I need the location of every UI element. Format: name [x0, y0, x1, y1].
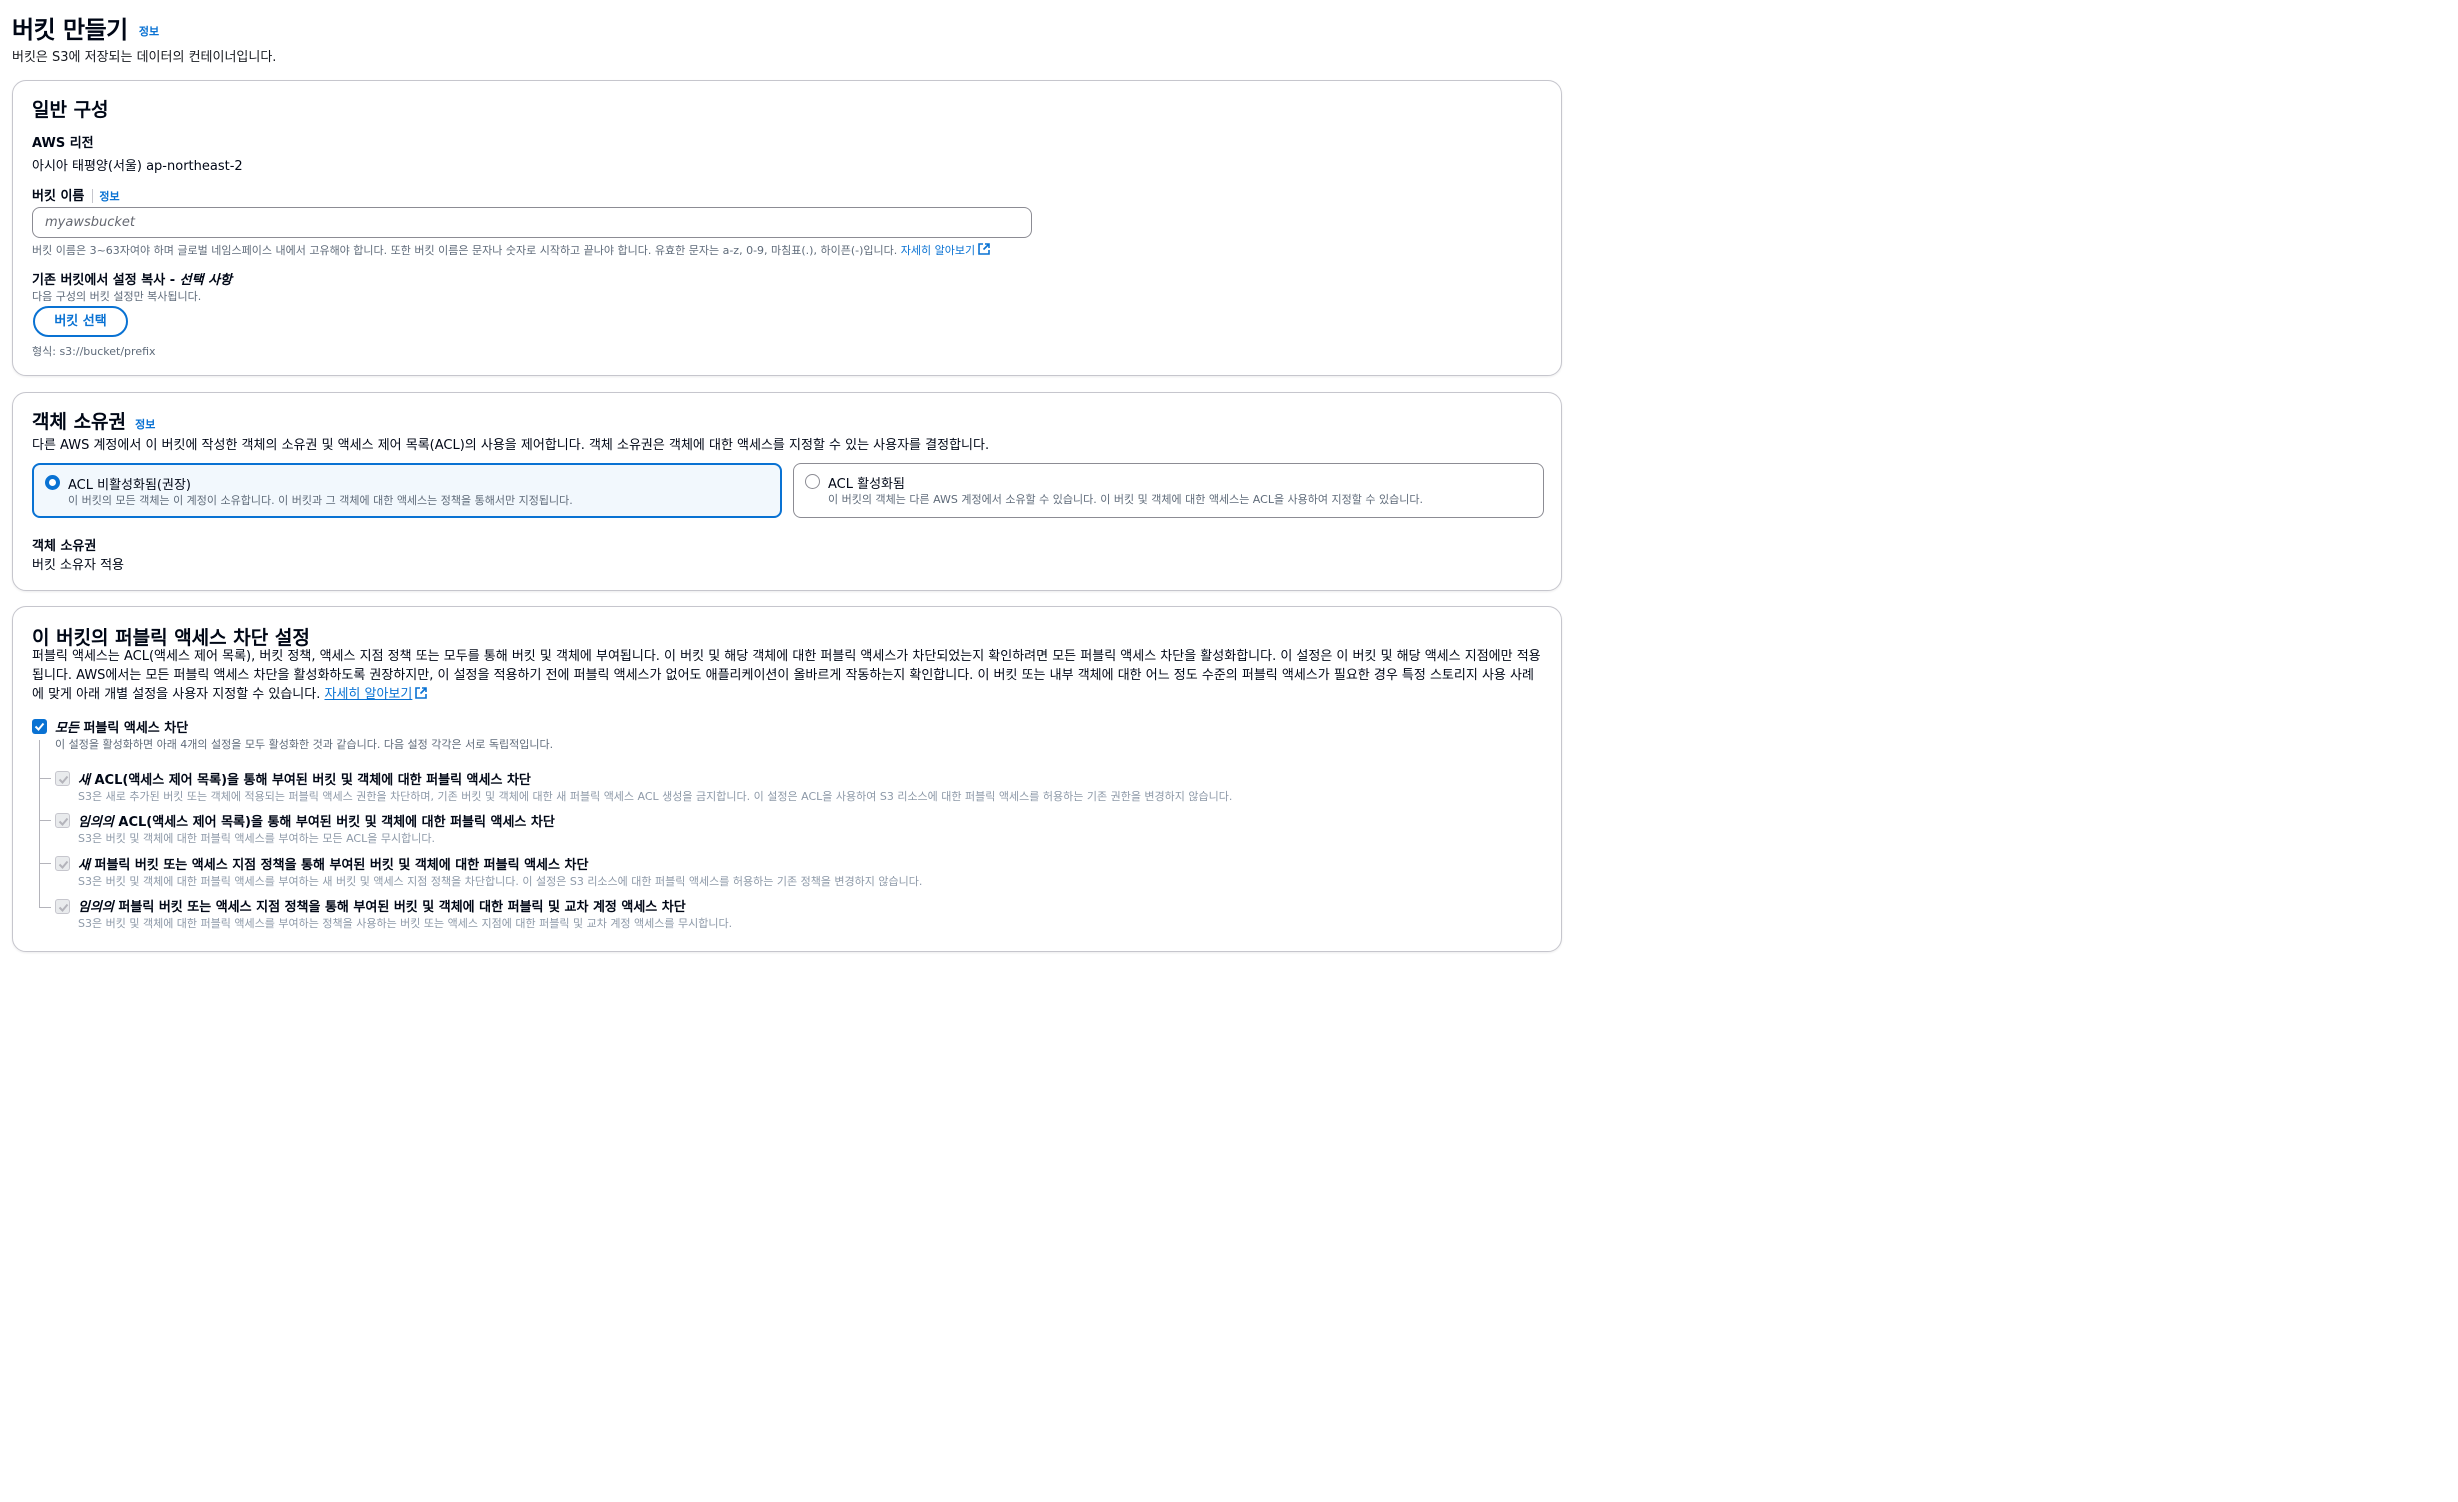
acl-enabled-option[interactable]: ACL 활성화됨 이 버킷의 객체는 다른 AWS 계정에서 소유할 수 있습니…: [793, 463, 1544, 518]
block-public-access-panel: 이 버킷의 퍼블릭 액세스 차단 설정 퍼블릭 액세스는 ACL(액세스 제어 …: [12, 606, 1562, 952]
external-link-icon: [415, 687, 428, 699]
page-info-link[interactable]: 정보: [139, 23, 159, 39]
choose-bucket-button[interactable]: 버킷 선택: [33, 306, 128, 337]
block-new-policy-label: 새 퍼블릭 버킷 또는 액세스 지점 정책을 통해 부여된 버킷 및 객체에 대…: [78, 854, 588, 873]
learn-more-text: 자세히 알아보기: [324, 687, 413, 702]
checkmark-icon: [58, 817, 69, 826]
block-any-policy-desc: S3은 버킷 및 객체에 대한 퍼블릭 액세스를 부여하는 정책을 사용하는 버…: [78, 917, 733, 930]
block-all-label-em: 모든: [55, 721, 79, 736]
block-all-checkbox[interactable]: [32, 719, 47, 734]
tree-connector: [39, 778, 51, 779]
tree-connector-vertical: [39, 740, 40, 908]
setting-label-rest: 퍼블릭 버킷 또는 액세스 지점 정책을 통해 부여된 버킷 및 객체에 대한 …: [89, 858, 589, 873]
checkmark-icon: [34, 722, 45, 731]
public-access-title: 이 버킷의 퍼블릭 액세스 차단 설정: [32, 627, 310, 649]
tree-connector: [39, 863, 51, 864]
page-title: 버킷 만들기: [12, 16, 128, 44]
label-separator: [92, 188, 94, 203]
acl-disabled-label: ACL 비활성화됨(권장): [68, 478, 191, 493]
copy-settings-label: 기존 버킷에서 설정 복사 -: [32, 273, 180, 288]
bucket-name-info-link[interactable]: 정보: [99, 190, 119, 203]
learn-more-text: 자세히 알아보기: [900, 244, 976, 257]
ownership-title-row: 객체 소유권 정보: [32, 407, 155, 434]
bucket-name-input[interactable]: [32, 207, 1032, 238]
bucket-name-hint: 버킷 이름은 3~63자여야 하며 글로벌 네임스페이스 내에서 고유해야 합니…: [32, 242, 990, 258]
checkmark-icon: [58, 775, 69, 784]
public-access-learn-more-link[interactable]: 자세히 알아보기: [325, 687, 428, 702]
block-any-policy-label: 임의의 퍼블릭 버킷 또는 액세스 지점 정책을 통해 부여된 버킷 및 객체에…: [78, 896, 686, 915]
copy-settings-desc: 다음 구성의 버킷 설정만 복사됩니다.: [32, 290, 202, 303]
general-config-panel: 일반 구성 AWS 리전 아시아 태평양(서울) ap-northeast-2 …: [12, 80, 1562, 376]
block-new-acl-desc: S3은 새로 추가된 버킷 또는 객체에 적용되는 퍼블릭 액세스 권한을 차단…: [78, 790, 1233, 803]
bucket-name-hint-text: 버킷 이름은 3~63자여야 하며 글로벌 네임스페이스 내에서 고유해야 합니…: [32, 244, 898, 257]
block-any-acl-checkbox[interactable]: [55, 813, 70, 828]
bucket-name-label: 버킷 이름: [32, 189, 85, 204]
acl-enabled-desc: 이 버킷의 객체는 다른 AWS 계정에서 소유할 수 있습니다. 이 버킷 및…: [828, 493, 1423, 506]
setting-label-em: 새: [78, 773, 90, 788]
object-owner-label: 객체 소유권: [32, 539, 97, 554]
setting-label-rest: ACL(액세스 제어 목록)을 통해 부여된 버킷 및 객체에 대한 퍼블릭 액…: [89, 773, 531, 788]
page-description: 버킷은 S3에 저장되는 데이터의 컨테이너입니다.: [12, 50, 277, 65]
ownership-description: 다른 AWS 계정에서 이 버킷에 작성한 객체의 소유권 및 액세스 제어 목…: [32, 438, 990, 453]
setting-label-em: 임의의: [78, 900, 114, 915]
ownership-info-link[interactable]: 정보: [135, 418, 155, 431]
block-any-acl-desc: S3은 버킷 및 객체에 대한 퍼블릭 액세스를 부여하는 모든 ACL을 무시…: [78, 832, 435, 845]
setting-label-em: 임의의: [78, 815, 114, 830]
block-all-label-rest: 퍼블릭 액세스 차단: [78, 721, 189, 736]
block-any-policy-checkbox[interactable]: [55, 899, 70, 914]
tree-connector: [39, 907, 51, 908]
public-access-description: 퍼블릭 액세스는 ACL(액세스 제어 목록), 버킷 정책, 액세스 지점 정…: [32, 647, 1542, 704]
radio-selected-icon[interactable]: [45, 475, 60, 490]
setting-label-rest: ACL(액세스 제어 목록)을 통해 부여된 버킷 및 객체에 대한 퍼블릭 액…: [113, 815, 555, 830]
acl-disabled-desc: 이 버킷의 모든 객체는 이 계정이 소유합니다. 이 버킷과 그 객체에 대한…: [68, 494, 573, 507]
checkmark-icon: [58, 903, 69, 912]
radio-unselected-icon[interactable]: [805, 474, 820, 489]
setting-label-em: 새: [78, 858, 90, 873]
block-all-label: 모든 퍼블릭 액세스 차단: [55, 717, 188, 736]
copy-settings-label-row: 기존 버킷에서 설정 복사 - 선택 사항: [32, 269, 232, 288]
object-ownership-panel: 객체 소유권 정보 다른 AWS 계정에서 이 버킷에 작성한 객체의 소유권 …: [12, 392, 1562, 591]
block-any-acl-label: 임의의 ACL(액세스 제어 목록)을 통해 부여된 버킷 및 객체에 대한 퍼…: [78, 811, 555, 830]
format-hint: 형식: s3://bucket/prefix: [32, 345, 156, 358]
block-new-policy-checkbox[interactable]: [55, 856, 70, 871]
acl-disabled-option[interactable]: ACL 비활성화됨(권장) 이 버킷의 모든 객체는 이 계정이 소유합니다. …: [32, 463, 782, 518]
block-new-policy-desc: S3은 버킷 및 객체에 대한 퍼블릭 액세스를 부여하는 새 버킷 및 액세스…: [78, 875, 923, 888]
general-config-title: 일반 구성: [32, 99, 109, 121]
region-label: AWS 리전: [32, 136, 94, 151]
acl-enabled-label: ACL 활성화됨: [828, 477, 905, 492]
tree-connector: [39, 820, 51, 821]
block-new-acl-label: 새 ACL(액세스 제어 목록)을 통해 부여된 버킷 및 객체에 대한 퍼블릭…: [78, 769, 531, 788]
bucket-name-label-row: 버킷 이름 정보: [32, 185, 120, 204]
setting-label-rest: 퍼블릭 버킷 또는 액세스 지점 정책을 통해 부여된 버킷 및 객체에 대한 …: [113, 900, 686, 915]
ownership-title: 객체 소유권: [32, 411, 127, 433]
checkmark-icon: [58, 860, 69, 869]
public-access-description-text: 퍼블릭 액세스는 ACL(액세스 제어 목록), 버킷 정책, 액세스 지점 정…: [32, 649, 1541, 702]
external-link-icon: [978, 243, 990, 255]
block-all-desc: 이 설정을 활성화하면 아래 4개의 설정을 모두 활성화한 것과 같습니다. …: [55, 738, 554, 751]
block-new-acl-checkbox[interactable]: [55, 771, 70, 786]
bucket-name-learn-more-link[interactable]: 자세히 알아보기: [900, 243, 990, 257]
region-value: 아시아 태평양(서울) ap-northeast-2: [32, 159, 243, 174]
copy-settings-optional: 선택 사항: [179, 273, 232, 288]
page-header: 버킷 만들기 정보: [12, 10, 159, 45]
object-owner-value: 버킷 소유자 적용: [32, 558, 124, 573]
